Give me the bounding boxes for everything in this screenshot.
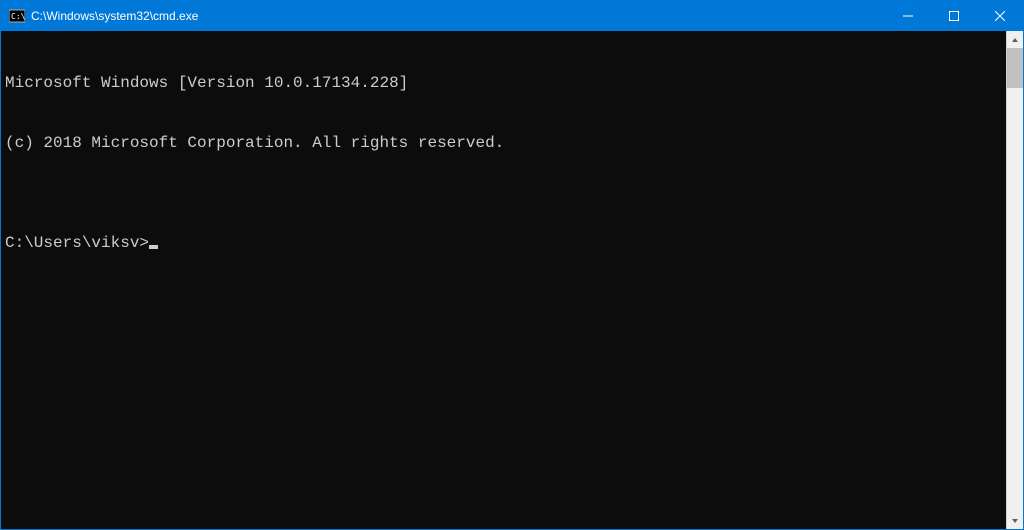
titlebar[interactable]: C:\ C:\Windows\system32\cmd.exe [1,1,1023,31]
scroll-thumb[interactable] [1007,48,1023,88]
cursor-icon [149,245,158,249]
terminal-line: (c) 2018 Microsoft Corporation. All righ… [5,133,1002,153]
scroll-down-button[interactable] [1007,512,1023,529]
minimize-button[interactable] [885,1,931,31]
scroll-track[interactable] [1007,48,1023,512]
svg-text:C:\: C:\ [11,12,25,21]
client-area: Microsoft Windows [Version 10.0.17134.22… [1,31,1023,529]
terminal-output[interactable]: Microsoft Windows [Version 10.0.17134.22… [1,31,1006,529]
scroll-up-button[interactable] [1007,31,1023,48]
vertical-scrollbar[interactable] [1006,31,1023,529]
window-controls [885,1,1023,31]
close-button[interactable] [977,1,1023,31]
prompt-text: C:\Users\viksv> [5,233,149,253]
terminal-line: Microsoft Windows [Version 10.0.17134.22… [5,73,1002,93]
prompt-line: C:\Users\viksv> [5,233,1002,253]
window-title: C:\Windows\system32\cmd.exe [31,9,885,23]
cmd-window: C:\ C:\Windows\system32\cmd.exe [0,0,1024,530]
cmd-icon: C:\ [9,8,25,24]
maximize-button[interactable] [931,1,977,31]
